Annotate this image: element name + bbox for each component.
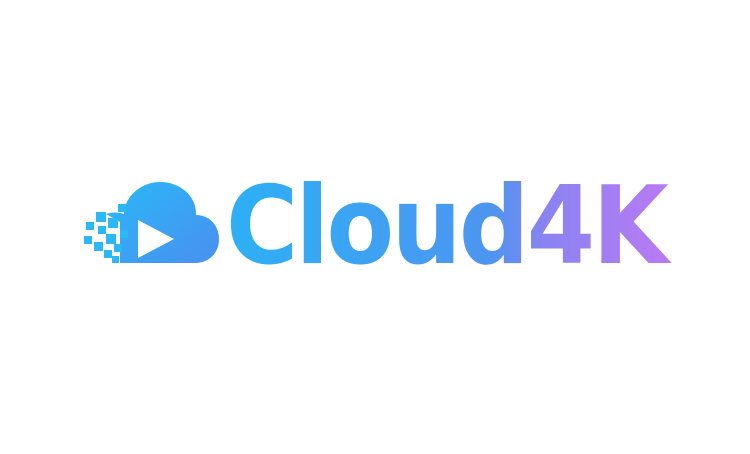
wordmark-primary: Cloud	[226, 164, 527, 289]
wordmark-secondary: 4K	[527, 164, 672, 289]
logo-graphic: Cloud4K	[84, 164, 675, 289]
cloud-shape	[106, 182, 219, 263]
cloud4k-logo: Cloud4K	[0, 0, 750, 450]
cloud-play-icon	[84, 182, 219, 263]
wordmark: Cloud4K	[226, 164, 672, 289]
